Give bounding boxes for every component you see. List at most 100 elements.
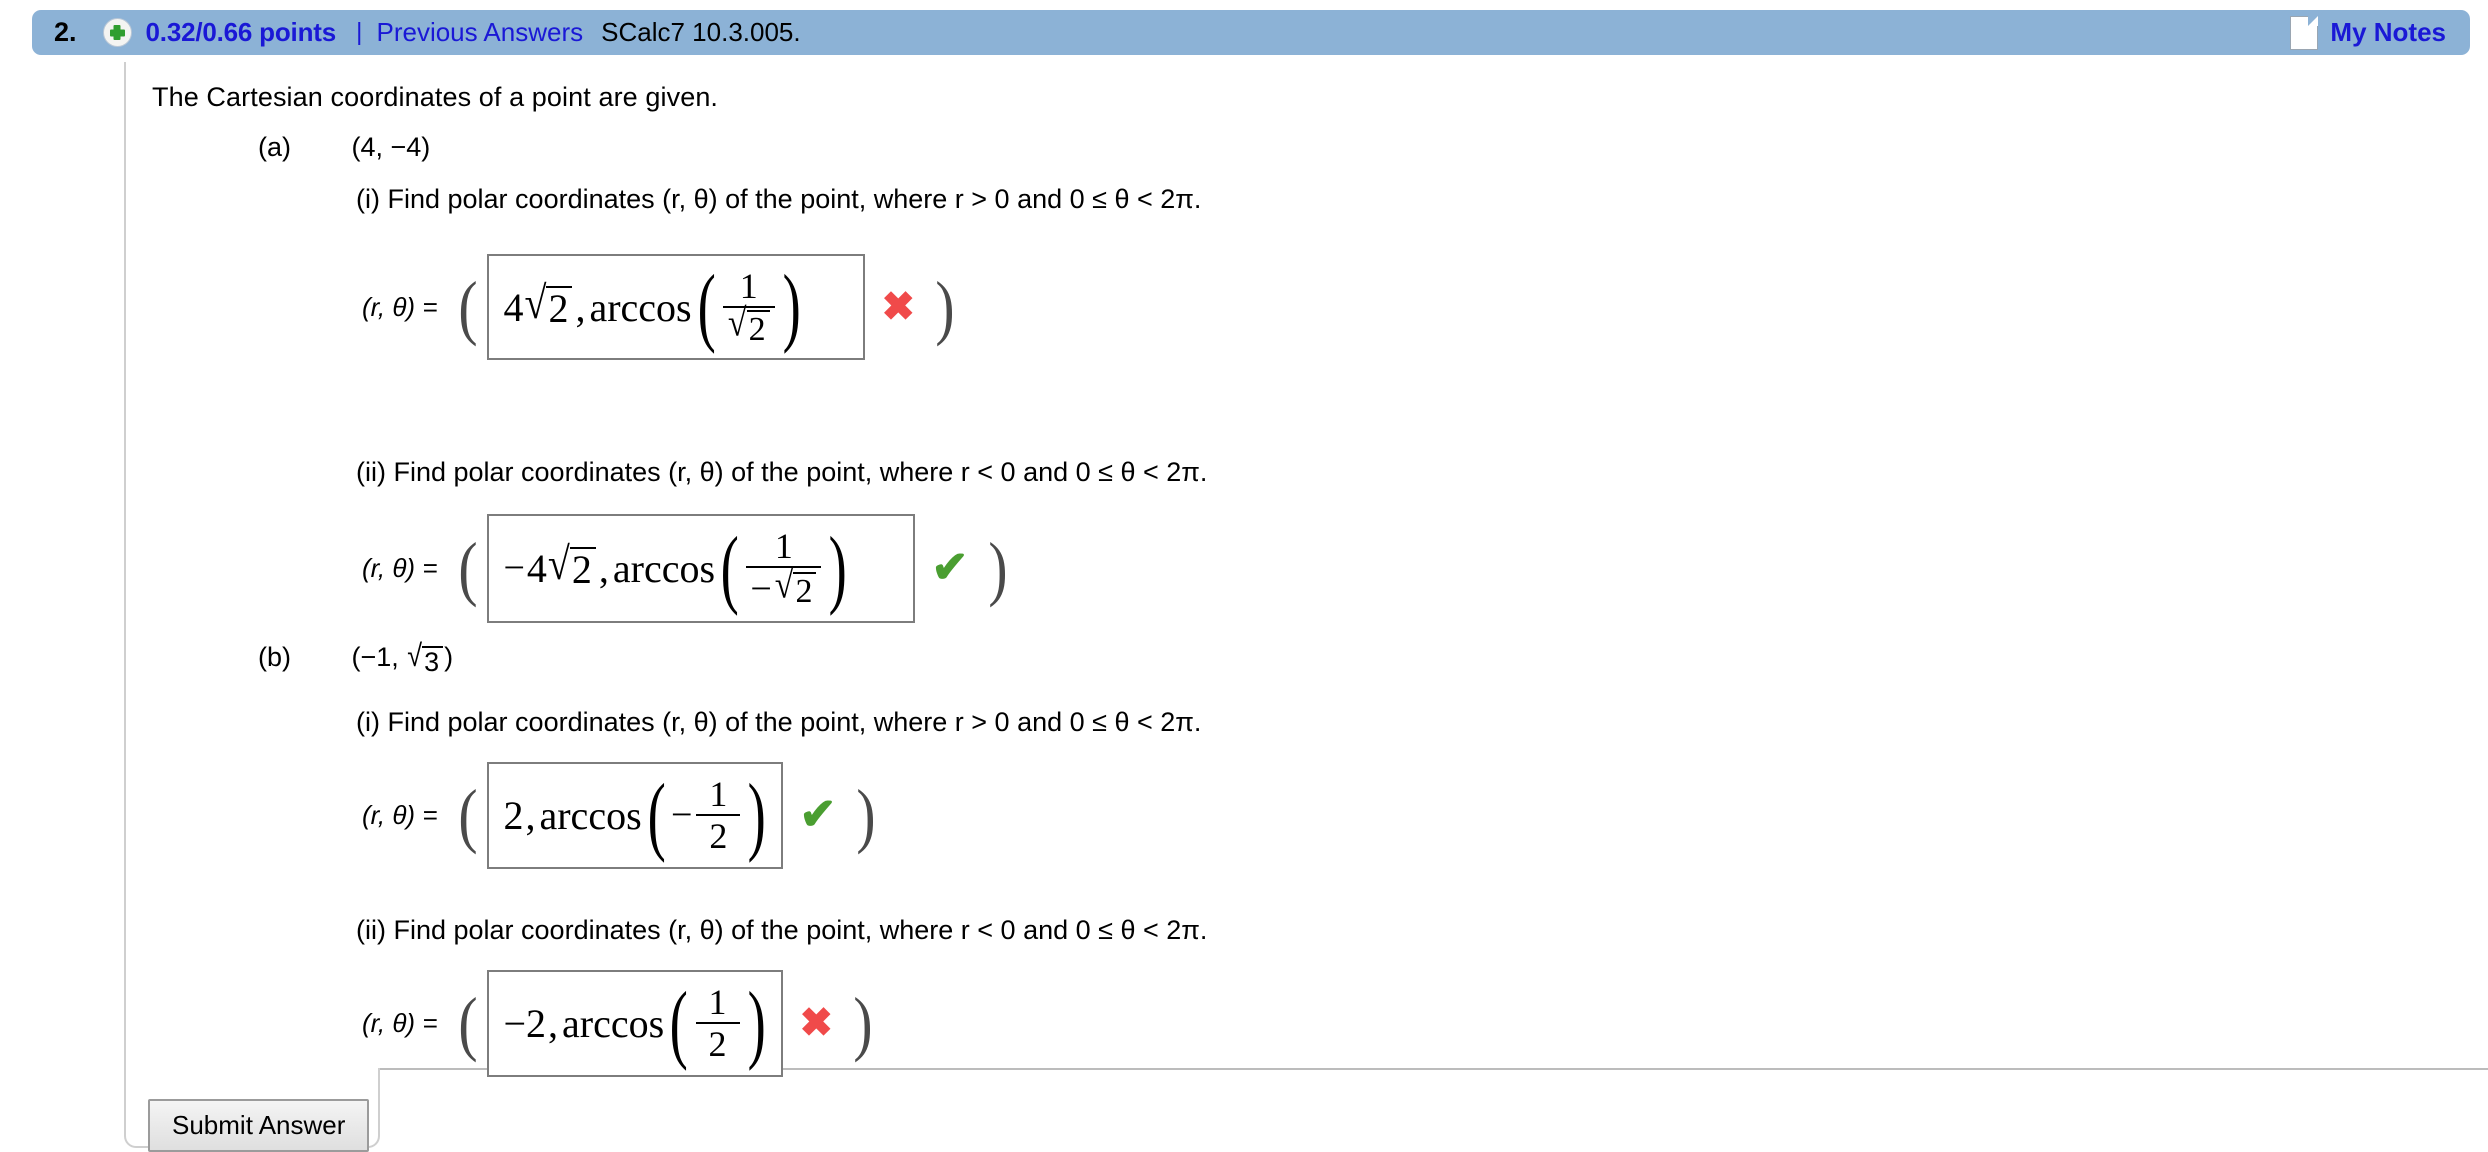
point-radicand: 3: [422, 646, 444, 676]
denominator-radicand: 2: [746, 310, 770, 348]
arg-open-paren: (: [697, 258, 716, 356]
textbook-reference: SCalc7 10.3.005.: [601, 17, 801, 47]
previous-answers-link[interactable]: Previous Answers: [376, 17, 583, 48]
part-a-sub-ii-answer-box[interactable]: −4 √ 2 , arccos ( 1 − √ 2 ): [487, 514, 916, 623]
note-page-icon[interactable]: [2290, 15, 2319, 50]
part-b-sub-i-prompt: (i) Find polar coordinates (r, θ) of the…: [356, 707, 1201, 738]
radical-glyph: √: [407, 638, 423, 674]
sqrt-icon-denominator: √ 2: [727, 302, 770, 348]
answer-open-paren: (: [457, 267, 478, 347]
part-b-header: (b) (−1, √ 3): [258, 638, 454, 677]
arg-close-paren: ): [747, 974, 766, 1072]
sqrt-icon-denominator: √ 2: [775, 565, 817, 610]
answer-close-paren: ): [856, 775, 876, 856]
status-badge-correct: ✔: [799, 790, 837, 840]
expression-comma: ,: [575, 284, 586, 330]
part-b-sub-i-answer-box[interactable]: 2 , arccos ( − 1 2 ): [487, 762, 784, 869]
content-left-rail: [124, 62, 126, 1074]
function-argument-group: ( − 1 2 ): [642, 766, 772, 864]
fraction-numerator: 1: [739, 266, 758, 306]
question-body: The Cartesian coordinates of a point are…: [0, 62, 2488, 1152]
my-notes-link[interactable]: My Notes: [2330, 17, 2446, 48]
submit-answer-button[interactable]: Submit Answer: [148, 1099, 370, 1152]
part-a-sub-ii-expression: −4 √ 2 , arccos ( 1 − √ 2 ): [503, 519, 853, 617]
radical-glyph: √: [727, 302, 747, 345]
question-number: 2.: [54, 17, 77, 47]
theta-fraction: 1 √ 2: [722, 266, 775, 348]
function-argument-group: ( 1 2 ): [664, 974, 771, 1072]
part-a-sub-i-answer-box[interactable]: 4 √ 2 , arccos ( 1 √ 2 ): [487, 254, 866, 360]
part-a-sub-ii-answer-row: (r, θ) = ( −4 √ 2 , arccos ( 1 − √ 2 ) ✔ ): [362, 514, 1010, 623]
radical-glyph: √: [774, 563, 794, 607]
radical-glyph: √: [524, 276, 547, 329]
sqrt-icon: √ 2: [548, 541, 596, 591]
fraction-numerator: 1: [774, 526, 793, 566]
part-b-point: (−1, √ 3): [351, 638, 454, 677]
fraction-denominator: 2: [709, 816, 728, 857]
r-value: 2: [503, 792, 524, 838]
status-badge-incorrect: ✖: [799, 1001, 833, 1046]
expression-comma: ,: [598, 545, 609, 591]
part-a-header: (a) (4, −4): [258, 132, 430, 163]
answer-open-paren: (: [457, 775, 478, 856]
answer-close-paren: ): [853, 983, 873, 1064]
r-negative-sign: −: [503, 547, 525, 590]
theta-function-name: arccos: [612, 545, 716, 591]
arg-open-paren: (: [647, 766, 666, 864]
part-a-sub-i-prompt: (i) Find polar coordinates (r, θ) of the…: [356, 184, 1201, 215]
arg-open-paren: (: [669, 974, 688, 1072]
part-b-sub-ii-prompt-text: (ii) Find polar coordinates (r, θ) of th…: [356, 915, 1208, 945]
radical-glyph: √: [547, 537, 570, 590]
part-b-sub-ii-answer-prefix: (r, θ) =: [362, 1007, 438, 1038]
part-b-sub-ii-answer-box[interactable]: −2 , arccos ( 1 2 ): [487, 970, 784, 1077]
function-argument-group: ( 1 √ 2 ): [692, 258, 806, 356]
fraction-denominator: √ 2: [723, 302, 775, 348]
part-b-sub-ii-answer-row: (r, θ) = ( −2 , arccos ( 1 2 ) ✖ ): [362, 970, 875, 1077]
part-b-sub-ii-expression: −2 , arccos ( 1 2 ): [503, 974, 771, 1072]
part-a-sub-ii-answer-prefix: (r, θ) =: [362, 552, 438, 583]
part-b-sub-i-expression: 2 , arccos ( − 1 2 ): [503, 766, 772, 864]
part-a-sub-i-prompt-text: (i) Find polar coordinates (r, θ) of the…: [356, 184, 1202, 214]
part-a-sub-ii-prompt: (ii) Find polar coordinates (r, θ) of th…: [356, 457, 1207, 488]
part-a-point: (4, −4): [351, 132, 431, 162]
part-a-sub-i-answer-row: (r, θ) = ( 4 √ 2 , arccos ( 1 √ 2 ) ✖ ): [362, 254, 957, 360]
part-b-sub-i-answer-row: (r, θ) = ( 2 , arccos ( − 1 2 ) ✔): [362, 762, 878, 869]
part-a-sub-ii-prompt-text: (ii) Find polar coordinates (r, θ) of th…: [356, 457, 1208, 487]
header-separator: |: [355, 18, 363, 46]
points-earned: 0.32/0.66 points: [145, 17, 337, 47]
fraction-numerator: 1: [708, 982, 727, 1022]
r-radicand: 2: [546, 286, 573, 330]
r-coefficient: 4: [503, 284, 524, 330]
part-a-sub-i-answer-prefix: (r, θ) =: [362, 291, 438, 322]
answer-close-paren: ): [988, 528, 1008, 609]
argument-negative-sign: −: [670, 794, 693, 837]
question-intro-text: The Cartesian coordinates of a point are…: [152, 82, 719, 112]
part-b-label: (b): [258, 642, 291, 672]
part-b-sub-i-prompt-text: (i) Find polar coordinates (r, θ) of the…: [356, 707, 1202, 737]
fraction-denominator: 2: [708, 1024, 727, 1065]
arg-close-paren: ): [829, 519, 848, 617]
answer-open-paren: (: [457, 983, 478, 1064]
denominator-radicand: 2: [793, 571, 817, 610]
plus-circle-icon[interactable]: [102, 18, 132, 47]
theta-function-name: arccos: [562, 1000, 665, 1046]
question-header-bar: 2. 0.32/0.66 points | Previous Answers S…: [32, 10, 2470, 55]
sqrt-icon: √ 2: [524, 279, 573, 330]
sqrt-icon: √ 3: [407, 638, 444, 676]
r-radicand: 2: [569, 547, 596, 591]
fraction-denominator: − √ 2: [746, 565, 821, 611]
part-b-sub-i-answer-prefix: (r, θ) =: [362, 799, 438, 830]
part-a-sub-i-expression: 4 √ 2 , arccos ( 1 √ 2 ): [503, 258, 806, 356]
status-badge-correct: ✔: [931, 543, 969, 593]
r-value: −2: [503, 1000, 547, 1046]
arg-close-paren: ): [782, 258, 801, 356]
status-badge-incorrect: ✖: [881, 285, 915, 329]
theta-fraction: 1 2: [696, 774, 741, 857]
function-argument-group: ( 1 − √ 2 ): [715, 519, 853, 617]
expression-comma: ,: [548, 1000, 559, 1046]
fraction-numerator: 1: [709, 774, 728, 814]
answer-open-paren: (: [457, 528, 478, 609]
theta-function-name: arccos: [589, 284, 692, 330]
theta-fraction: 1 − √ 2: [746, 526, 822, 611]
theta-function-name: arccos: [539, 792, 642, 838]
